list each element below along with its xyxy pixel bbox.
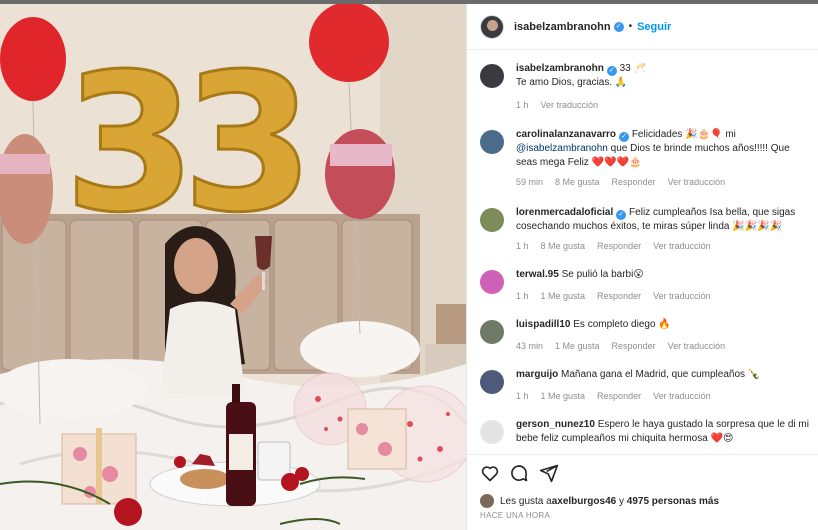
comment-likes[interactable]: 1 Me gusta <box>541 289 586 303</box>
comment-reply-button[interactable]: Responder <box>597 289 641 303</box>
svg-text:3: 3 <box>182 33 314 254</box>
comment-body: marguijo Mañana gana el Madrid, que cump… <box>516 368 810 403</box>
comment-username[interactable]: carolinalanzanavarro <box>516 129 616 140</box>
comment-avatar[interactable] <box>480 320 504 344</box>
post-photo[interactable]: 3 3 <box>0 4 466 530</box>
comment-translate-link[interactable]: Ver traducción <box>668 339 726 353</box>
comment-translate-link[interactable]: Ver traducción <box>668 175 726 189</box>
comment-meta: 59 min 8 Me gusta Responder Ver traducci… <box>516 175 810 189</box>
list-item: gerson_nunez10 Espero le haya gustado la… <box>480 418 810 446</box>
caption-text-line2: Te amo Dios, gracias. 🙏 <box>516 77 628 88</box>
comment-meta: 1 h 1 Me gusta Responder Ver traducción <box>516 289 810 303</box>
comment-text: Es completo diego 🔥 <box>573 319 671 330</box>
comment-username[interactable]: gerson_nunez10 <box>516 419 595 430</box>
comment-username[interactable]: luispadill10 <box>516 319 570 330</box>
comment-reply-button[interactable]: Responder <box>612 339 656 353</box>
comment-time: 1 h <box>516 291 529 301</box>
comment-username[interactable]: terwal.95 <box>516 269 559 280</box>
comment-meta: 1 h 1 Me gusta Responder Ver traducción <box>516 389 810 403</box>
likes-count-link[interactable]: 4975 personas más <box>627 496 719 507</box>
post-actions-bar <box>467 454 818 490</box>
follow-button[interactable]: Seguir <box>637 21 671 33</box>
verified-badge-icon: ✓ <box>619 132 630 142</box>
post-side-panel: isabelzambranohn ✓ • Seguir isabelzambra… <box>466 4 818 530</box>
comment-translate-link[interactable]: Ver traducción <box>653 389 711 403</box>
comment-username[interactable]: lorenmercadaloficial <box>516 207 613 218</box>
separator-dot: • <box>628 21 633 32</box>
verified-badge-icon: ✓ <box>606 66 617 76</box>
author-username[interactable]: isabelzambranohn <box>514 21 611 33</box>
instagram-post-modal: 3 3 isabelzambranohn ✓ • Seguir isabelza… <box>0 0 818 530</box>
likes-user-link[interactable]: axelburgos46 <box>552 496 616 507</box>
comment-body: terwal.95 Se pulió la barbi😮 1 h 1 Me gu… <box>516 268 810 303</box>
comment-avatar[interactable] <box>480 130 504 154</box>
comment-text: Mañana gana el Madrid, que cumpleaños 🍾 <box>561 369 761 380</box>
caption-text-line1: 33 🥂 <box>619 63 646 74</box>
comment-text: Se pulió la barbi😮 <box>561 269 644 280</box>
verified-badge-icon: ✓ <box>613 21 624 32</box>
comment-body: carolinalanzanavarro ✓ Felicidades 🎉🎂🎈 mi… <box>516 128 810 189</box>
comment-reply-button[interactable]: Responder <box>597 239 641 253</box>
comment-body: luispadill10 Es completo diego 🔥 43 min … <box>516 318 810 353</box>
comment-likes[interactable]: 1 Me gusta <box>541 389 586 403</box>
comment-meta: 1 h 8 Me gusta Responder Ver traducción <box>516 239 810 253</box>
caption-username[interactable]: isabelzambranohn <box>516 63 604 74</box>
comment-text: Felicidades 🎉🎂🎈 mi <box>631 129 736 140</box>
heart-icon[interactable] <box>480 463 500 483</box>
birthday-photo-illustration: 3 3 <box>0 4 466 530</box>
caption-item: isabelzambranohn ✓ 33 🥂 Te amo Dios, grac… <box>480 62 810 112</box>
post-timestamp[interactable]: HACE UNA HORA <box>480 511 550 520</box>
comment-icon[interactable] <box>509 463 529 483</box>
comment-reply-button[interactable]: Responder <box>597 389 641 403</box>
comment-meta: 43 min 1 Me gusta Responder Ver traducci… <box>516 339 810 353</box>
list-item: carolinalanzanavarro ✓ Felicidades 🎉🎂🎈 mi… <box>480 128 810 189</box>
caption-time: 1 h <box>516 100 529 110</box>
list-item: terwal.95 Se pulió la barbi😮 1 h 1 Me gu… <box>480 268 810 303</box>
likes-summary: Les gusta a axelburgos46 y 4975 personas… <box>480 494 719 508</box>
caption-meta: 1 h Ver traducción <box>516 98 810 112</box>
list-item: marguijo Mañana gana el Madrid, que cump… <box>480 368 810 403</box>
verified-badge-icon: ✓ <box>616 210 627 220</box>
comment-translate-link[interactable]: Ver traducción <box>653 239 711 253</box>
likes-prefix: Les gusta a <box>500 495 552 507</box>
caption-body: isabelzambranohn ✓ 33 🥂 Te amo Dios, grac… <box>516 62 810 112</box>
comment-username[interactable]: marguijo <box>516 369 558 380</box>
caption-translate-link[interactable]: Ver traducción <box>541 98 599 112</box>
comment-likes[interactable]: 8 Me gusta <box>555 175 600 189</box>
comment-time: 43 min <box>516 341 544 351</box>
comment-likes[interactable]: 8 Me gusta <box>541 239 586 253</box>
post-header: isabelzambranohn ✓ • Seguir <box>467 4 818 50</box>
liker-avatar[interactable] <box>480 494 494 508</box>
svg-text:3: 3 <box>64 33 196 254</box>
comment-translate-link[interactable]: Ver traducción <box>653 289 711 303</box>
comment-avatar[interactable] <box>480 370 504 394</box>
comment-likes[interactable]: 1 Me gusta <box>555 339 600 353</box>
comment-time: 59 min <box>516 177 544 187</box>
comment-mention-link[interactable]: @isabelzambranohn <box>516 143 608 154</box>
comment-avatar[interactable] <box>480 420 504 444</box>
comment-reply-button[interactable]: Responder <box>612 175 656 189</box>
list-item: lorenmercadaloficial ✓ Feliz cumpleaños I… <box>480 206 810 253</box>
comment-body: lorenmercadaloficial ✓ Feliz cumpleaños I… <box>516 206 810 253</box>
caption-avatar[interactable] <box>480 64 504 88</box>
comment-body: gerson_nunez10 Espero le haya gustado la… <box>516 418 810 446</box>
comments-list[interactable]: isabelzambranohn ✓ 33 🥂 Te amo Dios, grac… <box>467 50 818 450</box>
comment-avatar[interactable] <box>480 208 504 232</box>
comment-avatar[interactable] <box>480 270 504 294</box>
list-item: luispadill10 Es completo diego 🔥 43 min … <box>480 318 810 353</box>
likes-suffix: y <box>616 495 627 507</box>
author-avatar[interactable] <box>480 14 504 39</box>
share-icon[interactable] <box>539 463 559 483</box>
comment-time: 1 h <box>516 241 529 251</box>
comment-time: 1 h <box>516 391 529 401</box>
